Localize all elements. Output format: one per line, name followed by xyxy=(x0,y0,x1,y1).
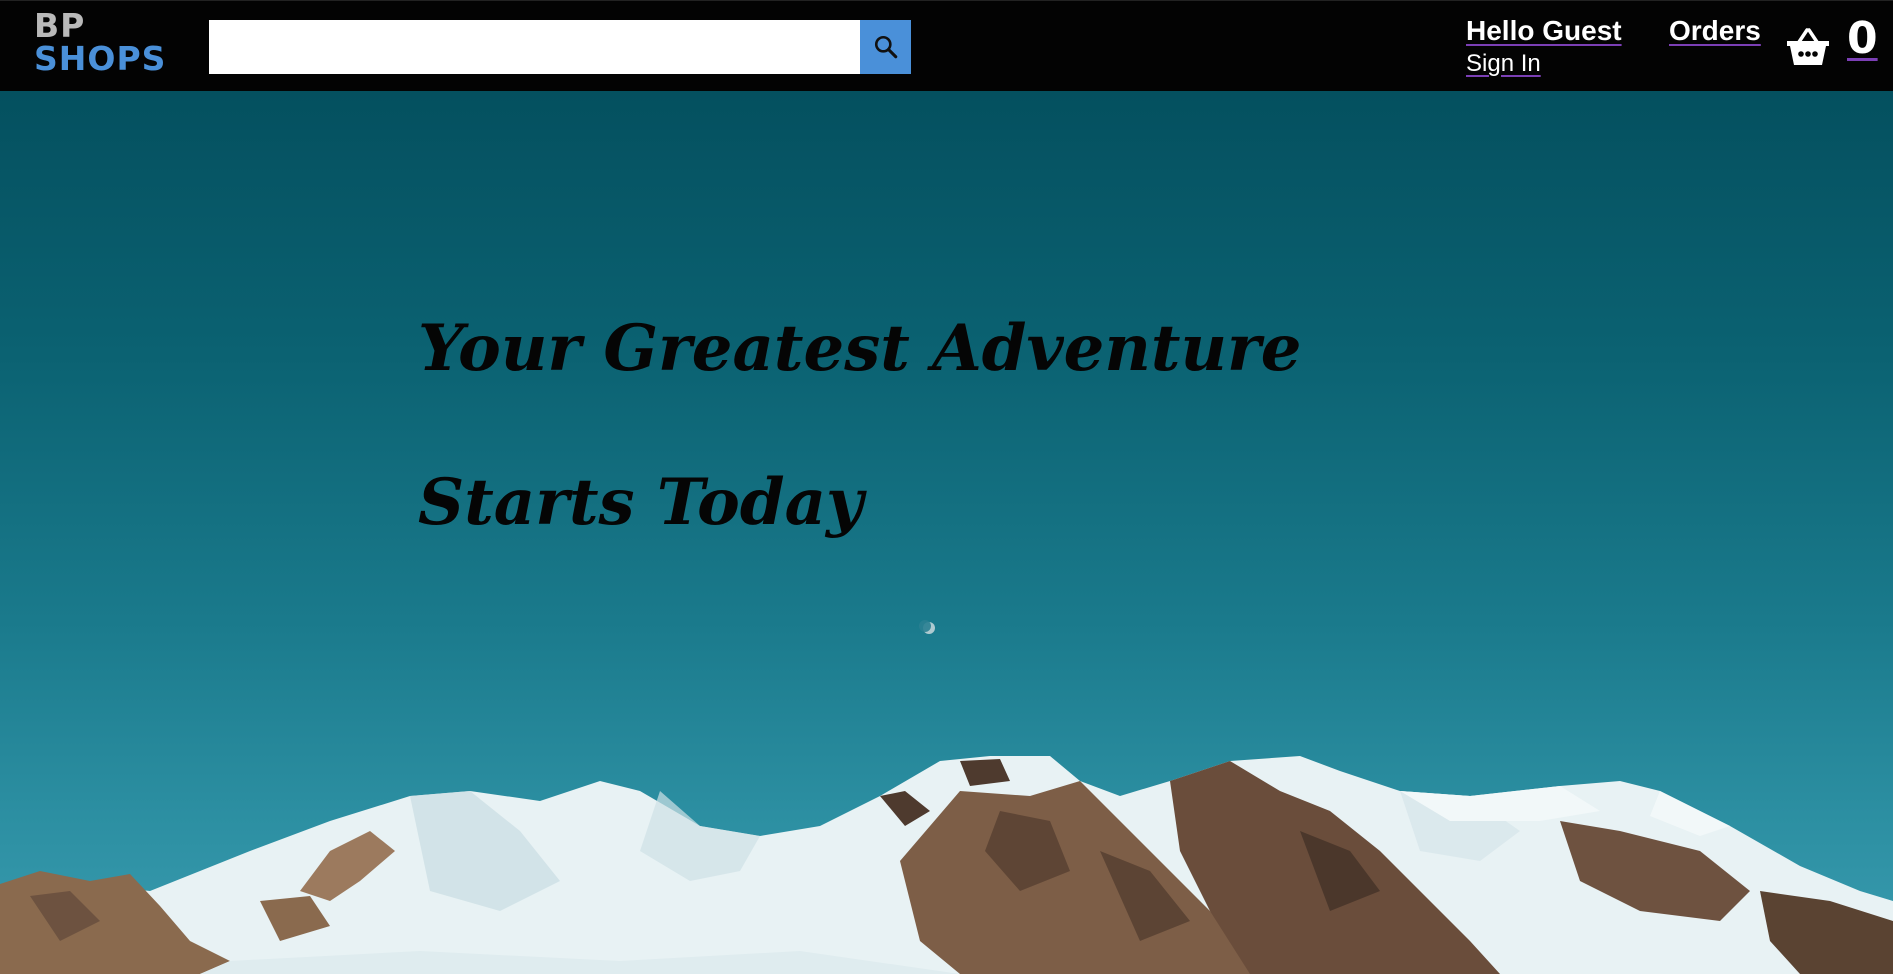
site-logo[interactable]: BP SHOPS xyxy=(34,9,174,79)
search-input[interactable] xyxy=(209,20,860,74)
orders-link[interactable]: Orders xyxy=(1669,15,1761,47)
account-greeting-link[interactable]: Hello Guest xyxy=(1466,15,1622,47)
mountain-background-image xyxy=(0,620,1893,974)
search-button[interactable] xyxy=(860,20,911,74)
search-icon xyxy=(874,35,897,59)
hero-headline-line-2: Starts Today xyxy=(418,465,864,540)
hero-headline-line-1: Your Greatest Adventure xyxy=(418,311,1302,386)
logo-text-top: BP xyxy=(34,6,86,45)
top-navbar: BP SHOPS Hello Guest Sign In Orders 0 xyxy=(0,0,1893,91)
cart-count[interactable]: 0 xyxy=(1847,17,1878,61)
basket-icon[interactable] xyxy=(1785,25,1831,67)
hero-banner: Your Greatest Adventure Starts Today xyxy=(0,91,1893,974)
logo-text-bottom: SHOPS xyxy=(34,39,167,78)
sign-in-link[interactable]: Sign In xyxy=(1466,50,1541,78)
